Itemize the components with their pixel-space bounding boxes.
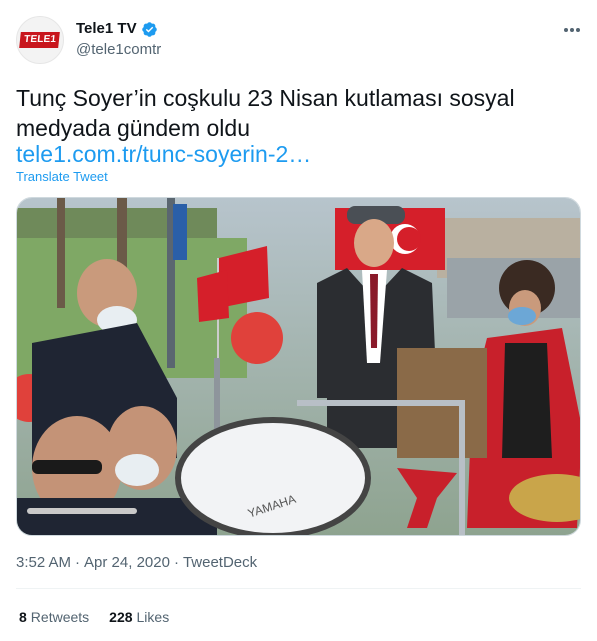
meta-separator-2: · xyxy=(173,554,179,571)
photo-scene: YAMAHA xyxy=(17,198,580,535)
likes-count: 228 xyxy=(109,609,133,625)
retweets-count: 8 xyxy=(19,609,27,625)
tweet-card[interactable]: TELE1 Tele1 TV @tele1comtr Tunç Soyer’in… xyxy=(0,0,597,641)
avatar[interactable]: TELE1 xyxy=(16,16,64,64)
retweets-stat[interactable]: 8 Retweets xyxy=(19,608,89,626)
tweet-source[interactable]: TweetDeck xyxy=(183,554,257,571)
divider xyxy=(16,588,581,589)
tweet-link[interactable]: tele1.com.tr/tunc-soyerin-2… xyxy=(16,140,311,168)
verified-badge-icon xyxy=(141,21,157,37)
display-name[interactable]: Tele1 TV xyxy=(76,20,137,38)
tweet-photo[interactable]: YAMAHA xyxy=(16,197,581,536)
likes-stat[interactable]: 228 Likes xyxy=(109,608,169,626)
retweets-label: Retweets xyxy=(30,609,90,625)
meta-separator: · xyxy=(75,554,81,571)
likes-label: Likes xyxy=(136,609,170,625)
translate-tweet-link[interactable]: Translate Tweet xyxy=(16,169,108,185)
tweet-text: Tunç Soyer’in coşkulu 23 Nisan kutlaması… xyxy=(16,85,515,141)
avatar-logo: TELE1 xyxy=(19,32,61,48)
tweet-date[interactable]: Apr 24, 2020 xyxy=(84,554,170,571)
author-name-row[interactable]: Tele1 TV xyxy=(76,20,158,38)
tweet-time[interactable]: 3:52 AM xyxy=(16,554,71,571)
tweet-stats: 8 Retweets 228 Likes xyxy=(19,608,189,626)
more-horizontal-icon[interactable] xyxy=(561,20,583,40)
tweet-meta: 3:52 AM · Apr 24, 2020 · TweetDeck xyxy=(16,554,257,572)
handle[interactable]: @tele1comtr xyxy=(76,41,161,59)
